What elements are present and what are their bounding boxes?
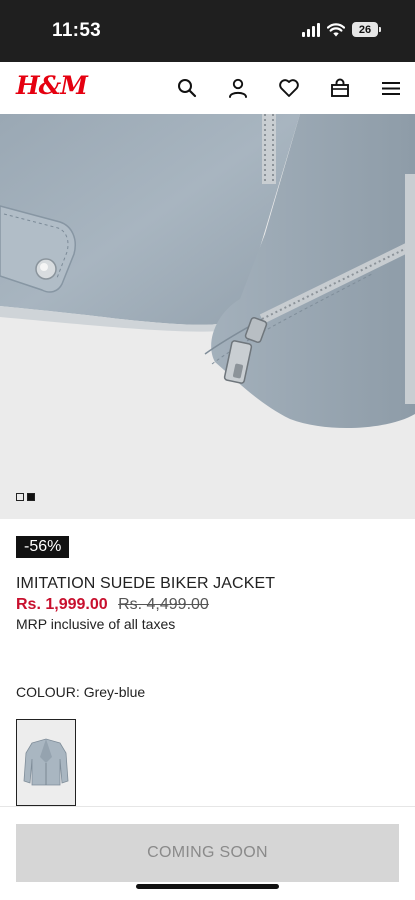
home-indicator[interactable] <box>136 884 279 889</box>
gallery-pagination <box>16 493 35 501</box>
site-header: H&M <box>0 62 415 114</box>
colour-label: COLOUR: <box>16 684 80 700</box>
status-bar: 11:53 26 <box>0 0 415 62</box>
gallery-dot[interactable] <box>16 493 24 501</box>
hm-logo[interactable]: H&M <box>16 71 88 100</box>
search-icon[interactable] <box>175 76 199 100</box>
account-icon[interactable] <box>226 76 250 100</box>
status-time: 11:53 <box>52 20 102 41</box>
colour-swatch[interactable] <box>16 719 76 806</box>
original-price: Rs. 4,499.00 <box>118 596 209 613</box>
price-row: Rs. 1,999.00 Rs. 4,499.00 <box>16 596 209 614</box>
signal-icon <box>302 22 320 37</box>
jacket-photo <box>0 114 415 519</box>
coming-soon-button[interactable]: COMING SOON <box>16 824 399 882</box>
product-title: IMITATION SUEDE BIKER JACKET <box>16 575 276 592</box>
battery-level: 26 <box>352 22 378 37</box>
favourites-icon[interactable] <box>277 76 301 100</box>
discount-badge: -56% <box>16 536 70 558</box>
sale-price: Rs. 1,999.00 <box>16 596 108 613</box>
divider <box>0 806 415 807</box>
product-image[interactable] <box>0 114 415 519</box>
menu-icon[interactable] <box>379 76 403 100</box>
swatch-jacket-thumbnail <box>20 723 72 802</box>
status-icons: 26 <box>302 22 381 37</box>
battery-icon: 26 <box>352 22 381 37</box>
tax-note: MRP inclusive of all taxes <box>16 616 176 632</box>
colour-row: COLOUR: Grey-blue <box>16 684 145 700</box>
shopping-bag-icon[interactable] <box>328 76 352 100</box>
wifi-icon <box>327 22 345 36</box>
gallery-dot-active[interactable] <box>27 493 35 501</box>
colour-value: Grey-blue <box>83 684 146 700</box>
